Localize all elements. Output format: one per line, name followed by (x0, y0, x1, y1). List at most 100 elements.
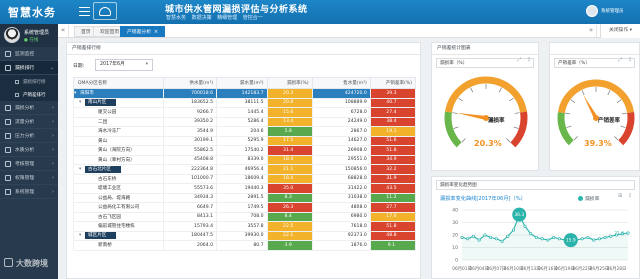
sidebar-subitem-nrw-ranking[interactable]: 产销差排行 (0, 88, 58, 101)
sidebar-item-flow-analysis[interactable]: 流量分析 › (0, 115, 58, 129)
table-row[interactable]: 黄山（海院方向） 55862.5 17540.2 31.4 26908.0 51.8 (72, 145, 417, 156)
assessment-icon (5, 160, 11, 167)
gauge-tick (616, 99, 622, 104)
table-row[interactable]: 堤塘工业区 55573.6 19440.3 35.0 31422.0 43.5 (72, 183, 417, 194)
column-leak[interactable]: 漏水量(m³) (216, 77, 268, 89)
data-point[interactable] (592, 238, 596, 242)
data-point[interactable] (546, 238, 550, 242)
leak-cell: 46956.4 (216, 164, 268, 175)
sold-cell: 68828.0 (311, 173, 371, 184)
sidebar-item-permissions[interactable]: 权限管理 › (0, 171, 58, 185)
tab-nrw-analysis[interactable]: 产销差分析 × (120, 26, 166, 37)
chart-tools-icon[interactable]: ⊞ ⇩ (618, 193, 634, 199)
table-row[interactable]: ▾ 古石北片区 222364.8 46956.4 21.1 150856.0 32.2 (72, 164, 417, 175)
sidebar-subitem-leakage-ranking[interactable]: 漏损排行榜 (0, 75, 58, 88)
data-point[interactable] (529, 232, 533, 236)
nrw-rate-cell: 40.7 (369, 97, 417, 108)
sidebar-item-system[interactable]: 系统管理 › (0, 185, 58, 199)
sidebar-item-leakage-analysis[interactable]: 漏损分析 › (0, 101, 58, 115)
sidebar-item-assessment[interactable]: 考核管理 › (0, 157, 58, 171)
table-row[interactable]: 海水冷冻厂 3544.9 204.6 5.8 2867.0 19.1 (72, 126, 417, 137)
y-tick-label: 0 (455, 258, 458, 264)
column-sold[interactable]: 售水量(m³) (311, 77, 371, 89)
tab-next-icon[interactable]: » (586, 25, 597, 37)
table-row[interactable]: 偏前城管住宅楼栋 15793.4 3557.8 22.5 7618.0 51.8 (72, 221, 417, 232)
close-icon[interactable]: × (154, 29, 158, 35)
chevron-down-icon: ▾ (145, 62, 148, 67)
sidebar-item-leakage-rank[interactable]: 漏损排行 ⌄ (0, 61, 58, 75)
supply-cell: 55862.5 (163, 145, 218, 156)
data-point[interactable] (586, 235, 590, 240)
hamburger-menu-icon[interactable] (79, 7, 90, 16)
data-point[interactable] (580, 237, 584, 241)
data-point[interactable] (603, 235, 607, 240)
month-select[interactable]: 2017年6月 ▾ (95, 59, 153, 71)
table-row[interactable]: 古石东桥 101000.7 18609.4 18.4 68828.0 31.9 (72, 173, 417, 184)
leak-cell: 38111.5 (216, 97, 268, 108)
permission-icon (5, 174, 11, 181)
data-point[interactable] (540, 237, 544, 241)
data-point[interactable] (552, 235, 556, 240)
tab-prev-icon[interactable]: « (58, 25, 69, 37)
data-point[interactable] (523, 224, 527, 228)
dma-name-cell: 二团 (72, 116, 165, 127)
data-point[interactable] (557, 237, 561, 241)
table-row[interactable]: 二团 39350.2 5286.4 13.4 24249.0 38.4 (72, 116, 417, 127)
data-point[interactable] (626, 231, 630, 235)
column-nrw-rate[interactable]: 产销差率(%) (369, 77, 417, 89)
column-leak-rate[interactable]: 漏损率(%) (266, 77, 313, 89)
sold-cell: 7618.0 (311, 221, 371, 232)
leak-trend-panel: 漏损率变化趋势图 漏损率变化曲线[2017年06月]（%） 漏损率 ⊞ ⇩ 0 1… (431, 176, 640, 279)
dma-name-cell: 新南桥 (72, 240, 165, 251)
table-row[interactable]: 新南桥 2064.0 80.7 3.9 1876.0 9.1 (72, 240, 417, 251)
column-supply[interactable]: 供水量(m³) (163, 77, 218, 89)
user-avatar-icon[interactable] (586, 5, 598, 17)
data-point[interactable] (506, 234, 510, 238)
data-point[interactable] (500, 239, 504, 243)
gauge-tick (452, 112, 458, 114)
column-dma-name[interactable]: DMA分区名称 (72, 77, 165, 89)
watermark-icon (4, 258, 13, 267)
list-icon (15, 79, 19, 84)
chart-title: 漏损率变化曲线[2017年06月]（%） (440, 196, 526, 202)
sidebar-item-pressure-analysis[interactable]: 压力分析 › (0, 129, 58, 143)
data-point[interactable] (511, 228, 516, 232)
data-point[interactable] (466, 237, 470, 241)
gauge-tick (570, 99, 576, 104)
nrw-rate-cell: 27.4 (369, 107, 417, 118)
supply-cell: 34934.3 (163, 192, 218, 203)
data-point[interactable] (534, 235, 538, 240)
table-row[interactable]: ▾ 城区片区 180447.5 39930.0 22.1 92373.0 48.8 (72, 230, 417, 241)
pressure-icon (5, 132, 11, 139)
data-point[interactable] (597, 237, 601, 241)
gauge-tools-icon[interactable]: ⤢ ⇩ (618, 57, 634, 63)
data-point[interactable] (494, 237, 498, 241)
data-point[interactable] (609, 234, 613, 238)
data-point[interactable] (489, 235, 493, 240)
gauge-tools-icon[interactable]: ⤢ ⇩ (517, 57, 533, 63)
quality-icon (5, 146, 11, 153)
table-row[interactable]: ▾ 海阳市 700018.6 142183.7 20.3 424720.0 39.3 (72, 88, 417, 99)
table-row[interactable]: 古石飞区园 8413.1 708.0 8.4 6980.0 17.0 (72, 211, 417, 222)
tab-actions-menu[interactable]: 关闭操作 ▾ (600, 24, 640, 38)
table-row[interactable]: 公益局、堤海路 34934.3 2891.5 8.3 31038.0 11.2 (72, 192, 417, 203)
gauge-tick (581, 90, 585, 95)
sidebar-item-monitoring[interactable]: 监测监控 (0, 47, 58, 61)
table-row[interactable]: 黄山 30199.1 5295.9 17.5 14627.0 51.6 (72, 135, 417, 146)
flow-icon (5, 118, 11, 125)
nrw-rate-cell: 31.9 (369, 173, 417, 184)
supply-cell: 2064.0 (163, 240, 218, 251)
nrw-rate-cell: 32.2 (369, 164, 417, 175)
data-point[interactable] (477, 238, 481, 242)
gauge-tick (453, 126, 459, 129)
table-row[interactable]: 公益局化工有限公司 6649.7 1749.5 26.3 4808.0 27.7 (72, 202, 417, 213)
table-row[interactable]: 厦交公园 9266.7 1445.4 15.6 6728.0 27.4 (72, 107, 417, 118)
data-point[interactable] (483, 233, 487, 237)
sidebar-item-quality-analysis[interactable]: 水质分析 › (0, 143, 58, 157)
table-row[interactable]: 黄山（幸村方向） 45408.8 8339.0 18.4 29551.0 34.9 (72, 154, 417, 165)
data-point[interactable] (460, 235, 464, 240)
table-row[interactable]: ▾ 南山片区 183652.5 38111.5 20.8 108889.9 40.7 (72, 97, 417, 108)
leak-rate-cell: 20.3 (266, 88, 313, 99)
top-user-name[interactable]: 系统管理员 (601, 8, 624, 14)
data-point[interactable] (471, 234, 475, 238)
